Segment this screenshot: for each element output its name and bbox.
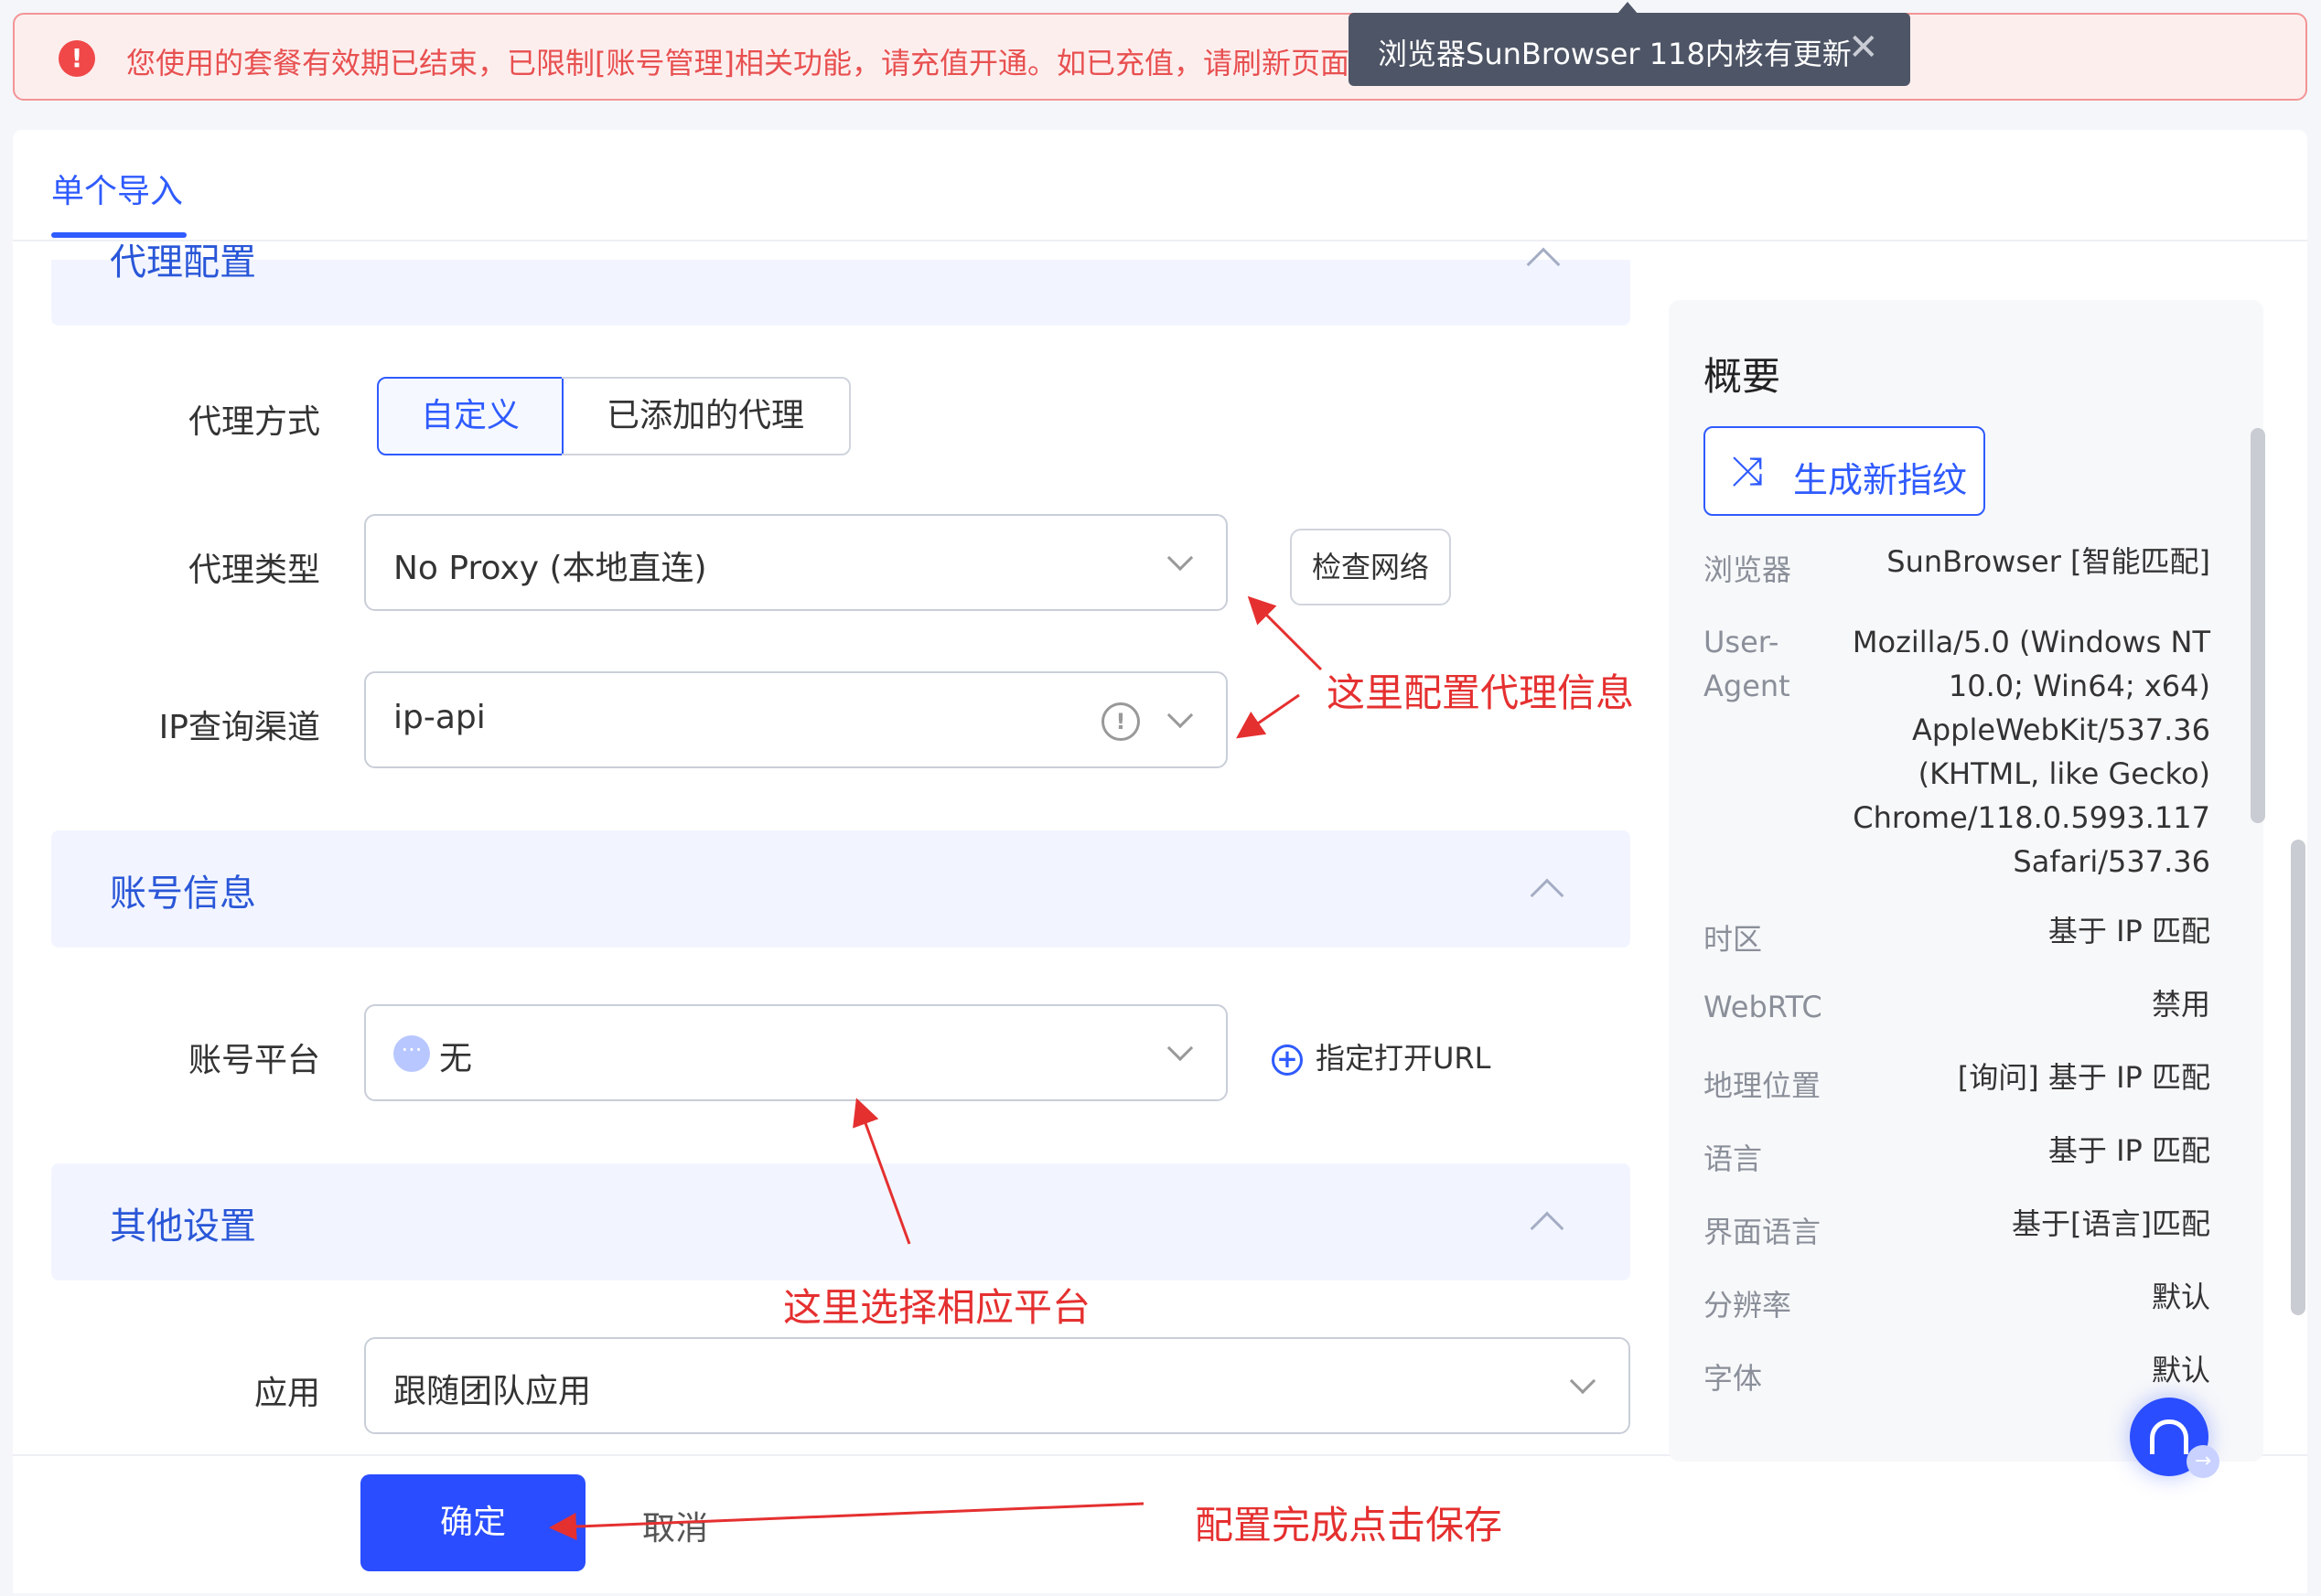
arrow-to-ip-channel <box>1236 693 1300 739</box>
arrow-to-platform <box>853 1098 911 1245</box>
arrow-to-proxy-type <box>1247 595 1323 671</box>
annotation-arrows <box>549 595 1323 1541</box>
arrow-to-confirm <box>549 1502 1144 1541</box>
